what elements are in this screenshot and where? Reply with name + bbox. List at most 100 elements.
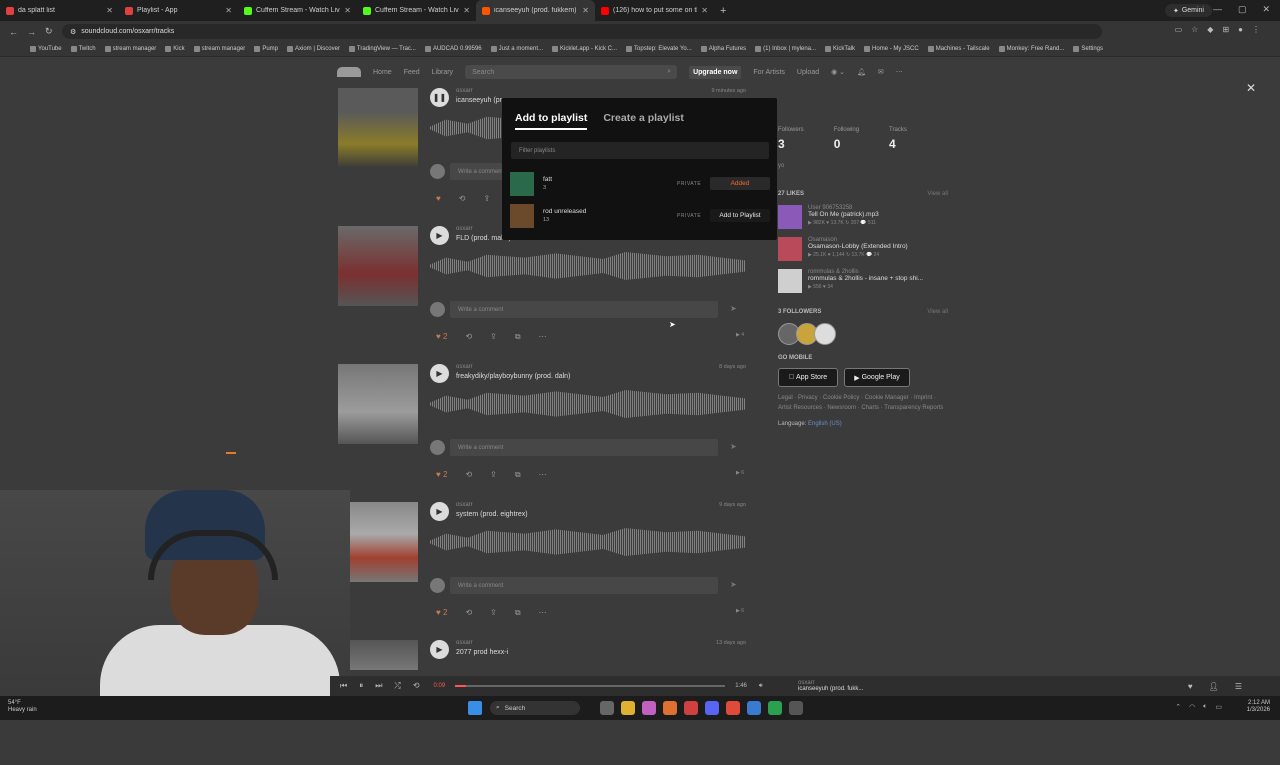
menu-icon[interactable]: ⋮ bbox=[1252, 25, 1260, 34]
gemini-button[interactable]: ✦ Gemini bbox=[1164, 4, 1212, 17]
tab-close-icon[interactable]: ✕ bbox=[225, 6, 232, 15]
liked-track[interactable]: rommulas & 2hollis rommulas & 2hollis - i… bbox=[778, 269, 948, 293]
more-icon[interactable]: ⋯ bbox=[896, 68, 903, 76]
soundcloud-logo[interactable] bbox=[337, 67, 361, 77]
close-modal-icon[interactable]: ✕ bbox=[1244, 81, 1258, 95]
bookmark-item[interactable]: Pump bbox=[254, 46, 278, 52]
like-button[interactable]: ♥ 2 bbox=[436, 470, 447, 480]
back-icon[interactable]: ← bbox=[9, 27, 18, 37]
bookmark-item[interactable]: Kicklet.app - Kick C... bbox=[552, 46, 617, 52]
tab-close-icon[interactable]: ✕ bbox=[106, 6, 113, 15]
copy-link-icon[interactable]: ⧉ bbox=[515, 332, 521, 342]
start-icon[interactable] bbox=[468, 701, 482, 715]
followers-stat[interactable]: Followers 3 bbox=[778, 127, 804, 151]
filter-playlists-input[interactable]: Filter playlists bbox=[511, 142, 769, 159]
bookmark-item[interactable]: Kick bbox=[165, 46, 185, 52]
tab-add-to-playlist[interactable]: Add to playlist bbox=[515, 112, 588, 130]
more-icon[interactable]: ⋯ bbox=[539, 608, 547, 618]
track-artwork[interactable] bbox=[338, 502, 418, 582]
likes-view-all-link[interactable]: View all bbox=[927, 191, 948, 197]
bookmark-item[interactable]: Machines - Tailscale bbox=[927, 46, 990, 52]
battery-icon[interactable]: ▭ bbox=[1215, 703, 1222, 711]
like-button[interactable]: ♥ 2 bbox=[436, 332, 447, 342]
track-title[interactable]: icanseeyuh (pr bbox=[456, 97, 502, 104]
share-icon[interactable]: ⇪ bbox=[490, 470, 497, 480]
bookmark-item[interactable]: stream manager bbox=[104, 46, 156, 52]
like-button[interactable]: ♥ bbox=[436, 194, 441, 204]
reload-icon[interactable]: ↻ bbox=[45, 26, 53, 37]
tab-close-icon[interactable]: ✕ bbox=[701, 6, 708, 15]
play-button[interactable]: ▶ bbox=[430, 226, 449, 245]
browser-tab[interactable]: da splatt list ✕ bbox=[0, 0, 119, 21]
comment-input[interactable]: Write a comment bbox=[450, 439, 718, 456]
browser-tab[interactable]: Cuffem Stream - Watch Live on ✕ bbox=[238, 0, 357, 21]
app-icon[interactable] bbox=[642, 701, 656, 715]
play-button[interactable]: ▶ bbox=[430, 502, 449, 521]
copy-link-icon[interactable]: ⧉ bbox=[515, 470, 521, 480]
new-tab-button[interactable]: + bbox=[720, 5, 726, 17]
weather-widget[interactable]: 54°F Heavy rain bbox=[8, 700, 37, 714]
search-input[interactable]: Search ⌕ bbox=[465, 65, 678, 79]
bookmark-item[interactable]: Topstep: Elevate Yo... bbox=[626, 46, 692, 52]
repost-icon[interactable]: ⟲ bbox=[465, 608, 472, 618]
bookmark-item[interactable]: Twitch bbox=[70, 46, 96, 52]
waveform[interactable] bbox=[430, 252, 745, 280]
tab-close-icon[interactable]: ✕ bbox=[463, 6, 470, 15]
copy-link-icon[interactable]: ⧉ bbox=[515, 608, 521, 618]
follow-icon[interactable]: 👤︎ bbox=[1209, 682, 1219, 691]
bookmark-item[interactable]: Home - My JSCC bbox=[864, 46, 919, 52]
upgrade-button[interactable]: Upgrade now bbox=[689, 65, 742, 79]
shuffle-icon[interactable]: ⤮ bbox=[394, 681, 400, 691]
chrome-icon[interactable] bbox=[726, 701, 740, 715]
track-artist[interactable]: osxarr bbox=[456, 364, 473, 370]
track-artwork[interactable] bbox=[338, 226, 418, 306]
track-artist[interactable]: osxarr bbox=[456, 226, 473, 232]
track-artist[interactable]: osxarr bbox=[456, 640, 473, 646]
app-icon[interactable] bbox=[789, 701, 803, 715]
progress-bar[interactable] bbox=[455, 685, 726, 687]
liked-track-artwork[interactable] bbox=[778, 269, 802, 293]
track-artist[interactable]: osxarr bbox=[456, 502, 473, 508]
address-bar[interactable]: ⚙ soundcloud.com/osxarr/tracks bbox=[62, 24, 1102, 39]
share-icon[interactable]: ⇪ bbox=[490, 332, 497, 342]
more-icon[interactable]: ⋯ bbox=[539, 470, 547, 480]
repost-icon[interactable]: ⟲ bbox=[465, 470, 472, 480]
follower-avatar[interactable] bbox=[814, 323, 836, 345]
track-artwork[interactable] bbox=[338, 88, 418, 168]
send-comment-icon[interactable]: ➤ bbox=[730, 442, 737, 451]
close-window-icon[interactable]: ✕ bbox=[1262, 4, 1270, 15]
file-explorer-icon[interactable] bbox=[621, 701, 635, 715]
nav-feed[interactable]: Feed bbox=[404, 69, 420, 76]
send-comment-icon[interactable]: ➤ bbox=[730, 580, 737, 589]
track-title[interactable]: freakydiky/playboybunny (prod. daln) bbox=[456, 373, 570, 380]
taskbar-search[interactable]: ⌕ Search bbox=[490, 701, 580, 715]
google-play-button[interactable]: ▶ Google Play bbox=[844, 368, 910, 387]
liked-track-title[interactable]: rommulas & 2hollis - insane + stop shi..… bbox=[808, 275, 923, 282]
bookmark-item[interactable]: Alpha Futures bbox=[700, 46, 746, 52]
browser-tab[interactable]: Playlist - App ✕ bbox=[119, 0, 238, 21]
pause-icon[interactable]: ⏸ bbox=[359, 681, 363, 691]
more-icon[interactable]: ⋯ bbox=[539, 332, 547, 342]
nav-library[interactable]: Library bbox=[432, 69, 453, 76]
tab-close-icon[interactable]: ✕ bbox=[582, 6, 589, 15]
send-comment-icon[interactable]: ➤ bbox=[730, 304, 737, 313]
like-button[interactable]: ♥ 2 bbox=[436, 608, 447, 618]
added-button[interactable]: Added bbox=[710, 177, 770, 190]
profile-icon[interactable]: ● bbox=[1238, 25, 1243, 34]
bookmark-item[interactable]: Just a moment... bbox=[490, 46, 543, 52]
discord-icon[interactable] bbox=[705, 701, 719, 715]
bookmark-item[interactable]: Settings bbox=[1073, 46, 1103, 52]
bookmark-item[interactable]: TradingView — Trac... bbox=[348, 46, 416, 52]
forward-icon[interactable]: → bbox=[27, 27, 36, 37]
site-info-icon[interactable]: ⚙ bbox=[70, 28, 76, 36]
waveform[interactable] bbox=[430, 528, 745, 556]
bookmark-item[interactable]: KickTalk bbox=[825, 46, 855, 52]
bookmark-item[interactable]: YouTube bbox=[30, 46, 62, 52]
queue-icon[interactable]: ☰ bbox=[1235, 682, 1242, 691]
bookmark-item[interactable]: (1) Inbox | mylena... bbox=[755, 46, 816, 52]
nav-home[interactable]: Home bbox=[373, 69, 392, 76]
repeat-icon[interactable]: ⟲ bbox=[413, 681, 420, 691]
like-icon[interactable]: ♥ bbox=[1188, 682, 1193, 691]
add-to-playlist-button[interactable]: Add to Playlist bbox=[710, 209, 770, 222]
app-icon[interactable] bbox=[684, 701, 698, 715]
